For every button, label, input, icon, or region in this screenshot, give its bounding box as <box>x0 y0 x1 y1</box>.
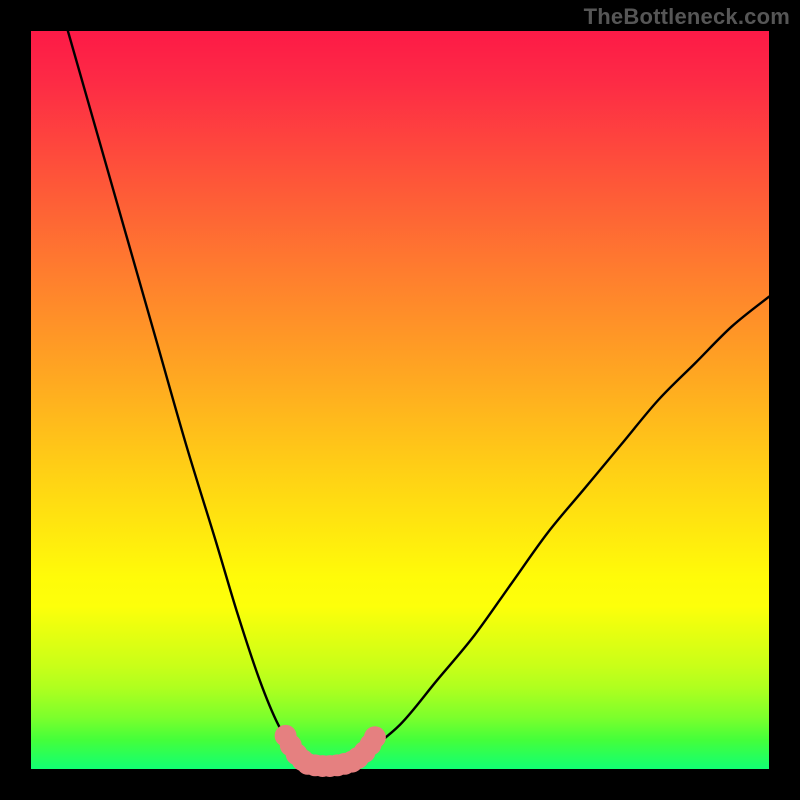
watermark-label: TheBottleneck.com <box>584 4 790 30</box>
bottleneck-curve <box>68 31 769 766</box>
curve-marker <box>364 726 386 748</box>
chart-svg <box>31 31 769 769</box>
chart-plot-area <box>31 31 769 769</box>
curve-markers <box>275 725 386 777</box>
bottleneck-curve-path <box>68 31 769 766</box>
chart-frame: TheBottleneck.com <box>0 0 800 800</box>
